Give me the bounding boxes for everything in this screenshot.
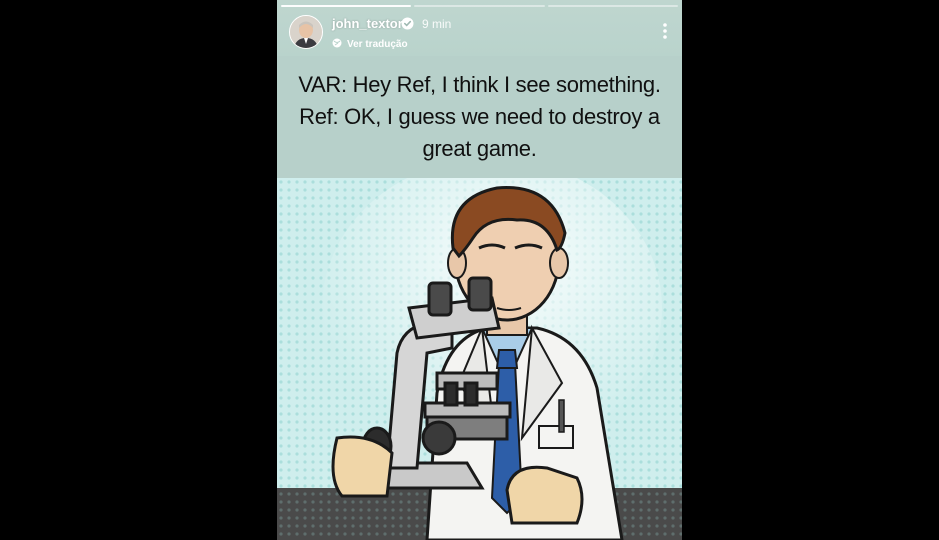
story-header: john_textor 9 min Ver tradução bbox=[277, 0, 682, 56]
progress-segment bbox=[281, 5, 412, 7]
caption-line: VAR: Hey Ref, I think I see something. bbox=[298, 72, 661, 97]
more-vertical-icon[interactable] bbox=[662, 22, 668, 40]
progress-segment bbox=[547, 5, 678, 7]
caption-line: great game. bbox=[422, 136, 537, 161]
caption-line: Ref: OK, I guess we need to destroy a bbox=[299, 104, 660, 129]
translate-link[interactable]: Ver tradução bbox=[332, 35, 408, 53]
globe-icon bbox=[332, 35, 342, 53]
verified-badge-icon bbox=[401, 17, 414, 30]
progress-segment bbox=[414, 5, 545, 7]
post-time: 9 min bbox=[422, 17, 452, 31]
meme-caption: VAR: Hey Ref, I think I see something. R… bbox=[277, 56, 682, 178]
story-progress-bar bbox=[281, 5, 678, 7]
story-viewer[interactable]: john_textor 9 min Ver tradução VAR: Hey … bbox=[277, 0, 682, 540]
translate-label: Ver tradução bbox=[347, 38, 408, 50]
avatar[interactable] bbox=[289, 15, 323, 49]
scientist-microscope-illustration bbox=[277, 178, 682, 540]
username[interactable]: john_textor bbox=[332, 16, 403, 31]
